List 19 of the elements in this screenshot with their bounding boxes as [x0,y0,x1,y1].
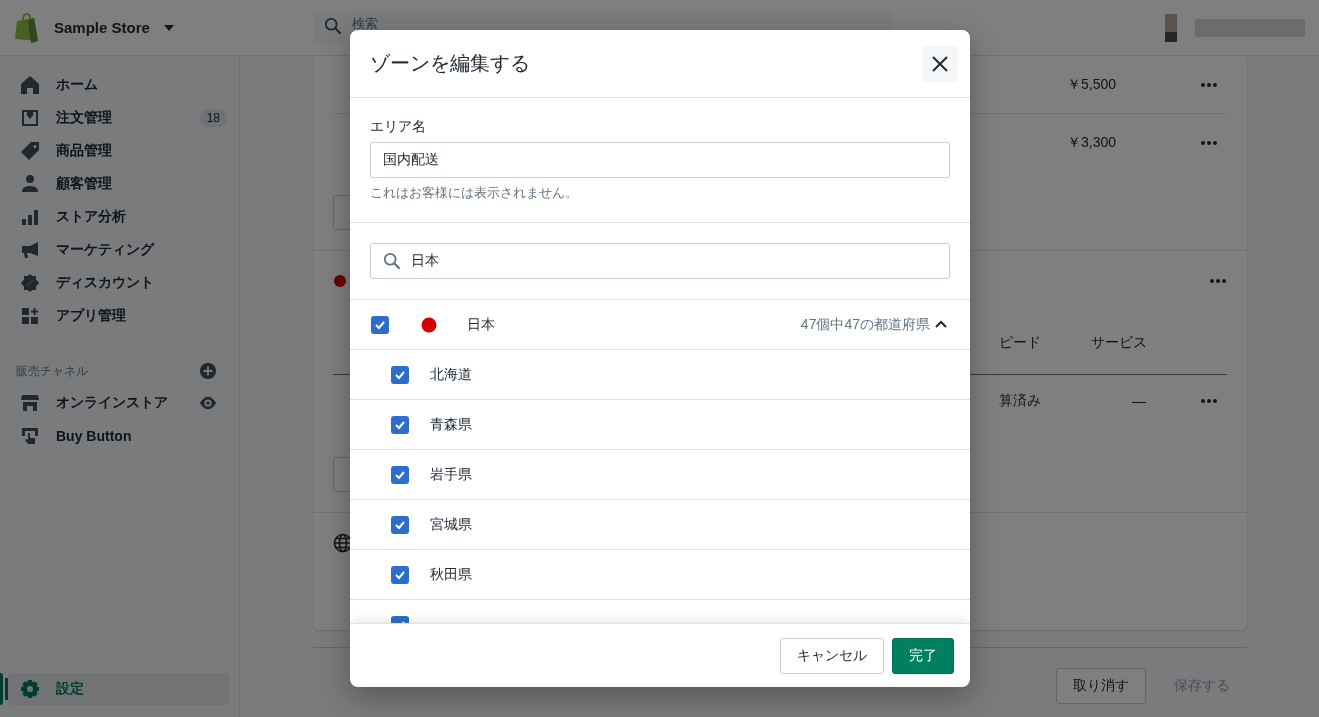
dialog-title: ゾーンを編集する [370,51,530,76]
region-name: 岩手県 [430,465,472,484]
field-label: エリア名 [370,118,427,136]
column-header: サービス [1090,333,1148,352]
region-name: 宮城県 [430,515,472,534]
section-heading: 販売チャネル [16,362,88,380]
help-text: これはお客様には表示されません。 [370,184,579,202]
region-name: 青森県 [430,415,472,434]
table-cell-text: 算済み [998,392,1041,410]
rate-price: ￥3,300 [1066,133,1116,152]
region-name: 北海道 [430,365,472,384]
rate-price: ￥5,500 [1066,75,1116,94]
region-name: 秋田県 [430,565,472,584]
column-header: ピード [998,333,1041,352]
country-name: 日本 [467,315,495,334]
table-cell-text: — [1131,393,1147,409]
count-badge: 18 [199,108,227,127]
region-count: 47個中47の都道府県 [800,315,930,334]
search-value: 日本 [411,252,439,270]
